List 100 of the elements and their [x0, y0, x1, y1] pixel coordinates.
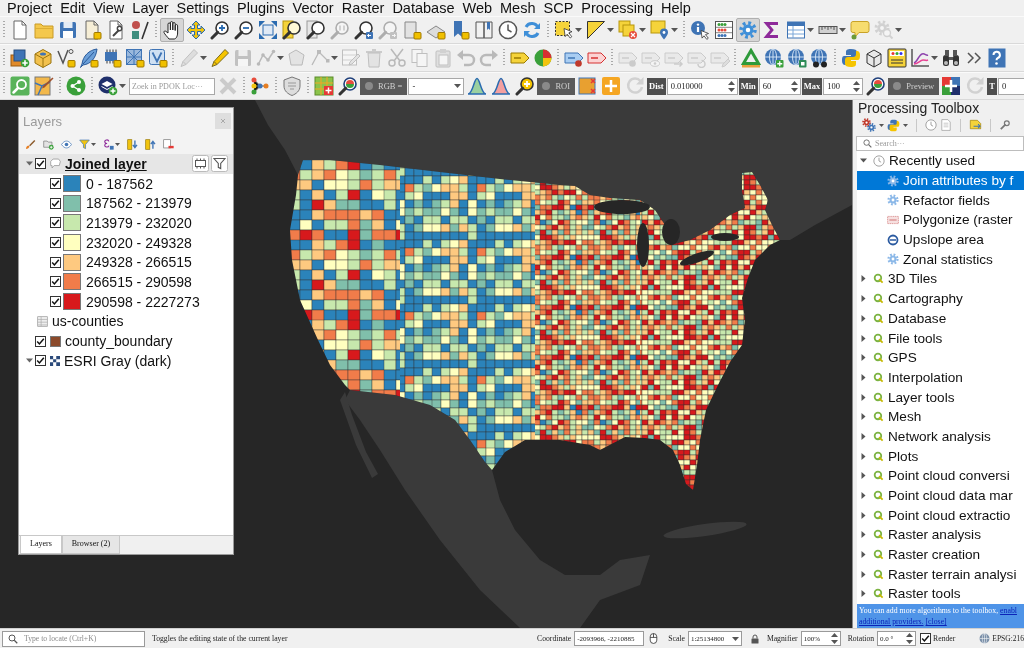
- eye-icon[interactable]: [61, 138, 72, 150]
- layers-plus-button[interactable]: [96, 74, 128, 98]
- epsilon-square-icon[interactable]: [103, 138, 114, 150]
- caret-icon[interactable]: [860, 511, 867, 519]
- provider-item[interactable]: Point cloud data mar: [857, 485, 1024, 506]
- page-arrow-icon[interactable]: [969, 118, 982, 132]
- provider-item[interactable]: Raster terrain analysi: [857, 564, 1024, 585]
- algorithm-item[interactable]: Polygonize (raster: [857, 210, 1024, 230]
- menu-item[interactable]: Edit: [56, 0, 90, 16]
- tree-item[interactable]: county_boundary: [19, 331, 233, 351]
- box-badge-button[interactable]: [146, 46, 169, 70]
- checkbox[interactable]: [50, 276, 61, 288]
- table-button[interactable]: [784, 18, 816, 42]
- toggle-button[interactable]: Preview: [888, 77, 940, 95]
- map-pen-button[interactable]: [32, 74, 56, 98]
- caret-icon[interactable]: [860, 157, 867, 165]
- provider-item[interactable]: Mesh: [857, 406, 1024, 427]
- magnifier-plus-button[interactable]: [208, 18, 232, 42]
- provider-item[interactable]: Raster analysis: [857, 525, 1024, 545]
- four-way-arrow-button[interactable]: [184, 18, 208, 42]
- python-button[interactable]: [839, 46, 862, 70]
- folder-plus-icon[interactable]: [43, 138, 54, 150]
- menu-item[interactable]: Vector: [288, 0, 338, 16]
- menu-item[interactable]: Mesh: [496, 0, 540, 16]
- menu-item[interactable]: Web: [458, 0, 497, 16]
- bar-arrow-up-icon[interactable]: [145, 138, 156, 150]
- checkbox[interactable]: [50, 296, 61, 308]
- tree-group-item[interactable]: Recently used: [857, 151, 1024, 171]
- menu-item[interactable]: Database: [388, 0, 459, 16]
- number-field[interactable]: 60: [758, 77, 801, 95]
- menu-item[interactable]: Plugins: [233, 0, 289, 16]
- gears-icon[interactable]: [862, 118, 876, 132]
- caret-icon[interactable]: [860, 452, 867, 460]
- menu-item[interactable]: View: [89, 0, 129, 16]
- menu-item[interactable]: Settings: [172, 0, 233, 16]
- globe-button[interactable]: [785, 46, 808, 70]
- caret-icon[interactable]: [26, 357, 33, 365]
- caret-icon[interactable]: [860, 275, 867, 283]
- dropdown-field[interactable]: -: [408, 77, 465, 95]
- feather-button[interactable]: [77, 46, 100, 70]
- magnifier-button[interactable]: [336, 74, 360, 98]
- caret-icon[interactable]: [860, 570, 867, 578]
- python-icon[interactable]: [887, 118, 900, 132]
- provider-item[interactable]: Point cloud extractio: [857, 505, 1024, 526]
- tree-item[interactable]: ESRI Gray (dark): [19, 350, 233, 371]
- mesh-grid-button[interactable]: [123, 46, 146, 70]
- hand-button[interactable]: [160, 18, 184, 42]
- algorithm-item[interactable]: Join attributes by f: [857, 170, 1024, 191]
- clock-button[interactable]: [496, 18, 520, 42]
- caret-icon[interactable]: [860, 295, 867, 303]
- polyline-badge-button[interactable]: [54, 46, 77, 70]
- provider-item[interactable]: Point cloud conversi: [857, 466, 1024, 486]
- menu-item[interactable]: Raster: [337, 0, 389, 16]
- provider-item[interactable]: Interpolation: [857, 367, 1024, 388]
- caret-icon[interactable]: [860, 354, 867, 362]
- caret-icon[interactable]: [860, 531, 867, 539]
- checkbox[interactable]: [50, 217, 61, 229]
- checkbox[interactable]: [50, 197, 61, 209]
- tab[interactable]: Layers: [20, 536, 62, 554]
- checkbox[interactable]: [35, 335, 46, 347]
- panel-dots-button[interactable]: [885, 46, 908, 70]
- provider-item[interactable]: Raster creation: [857, 544, 1024, 565]
- caret-icon[interactable]: [860, 314, 867, 322]
- menu-item[interactable]: Layer: [128, 0, 173, 16]
- magnifier-minus-button[interactable]: [232, 18, 256, 42]
- provider-item[interactable]: 3D Tiles: [857, 269, 1024, 289]
- provider-item[interactable]: Raster tools: [857, 584, 1024, 604]
- tree-item[interactable]: Joined layer: [19, 154, 233, 174]
- shield-button[interactable]: [280, 74, 304, 98]
- dashed-square-cursor-button[interactable]: [552, 18, 584, 42]
- provider-item[interactable]: Cartography: [857, 288, 1024, 309]
- magnifier-page-button[interactable]: [304, 18, 328, 42]
- filter-icon[interactable]: [211, 155, 228, 173]
- book-button[interactable]: [472, 18, 496, 42]
- tab[interactable]: Browser (2): [61, 536, 121, 554]
- checkbox[interactable]: [35, 158, 46, 170]
- provider-item[interactable]: Plots: [857, 446, 1024, 466]
- number-field[interactable]: 0.010000: [666, 77, 738, 95]
- menu-item[interactable]: SCP: [539, 0, 578, 16]
- checkbox[interactable]: [50, 256, 61, 268]
- search-field[interactable]: Search···: [856, 136, 1024, 151]
- globe-plus-button[interactable]: [762, 46, 785, 70]
- square-pin-button[interactable]: [648, 18, 680, 42]
- gear-button[interactable]: [736, 18, 760, 42]
- memory-chip-icon[interactable]: [192, 155, 209, 173]
- menu-item[interactable]: Project: [3, 0, 57, 16]
- algorithm-item[interactable]: Zonal statistics: [857, 249, 1024, 270]
- magnifier-page-button[interactable]: [280, 18, 304, 42]
- caret-icon[interactable]: [860, 413, 867, 421]
- mouse-icon[interactable]: [648, 633, 660, 644]
- search-field[interactable]: Zoek in PDOK Loc···: [129, 77, 215, 95]
- corner-arrows-button[interactable]: [256, 18, 280, 42]
- paintbrush-icon[interactable]: [25, 138, 36, 150]
- checkbox[interactable]: [35, 355, 46, 367]
- triangle-button[interactable]: [584, 18, 616, 42]
- caret-icon[interactable]: [26, 160, 33, 168]
- page-minus-icon[interactable]: [163, 138, 174, 150]
- share-button[interactable]: [64, 74, 88, 98]
- info-cursor-button[interactable]: [688, 18, 712, 42]
- number-field[interactable]: 100: [823, 77, 864, 95]
